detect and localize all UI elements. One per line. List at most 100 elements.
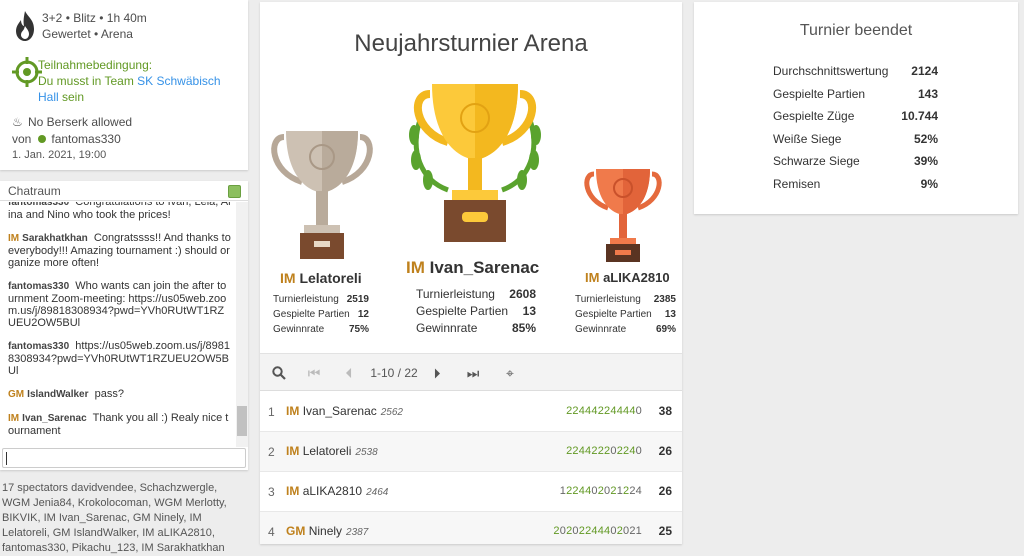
condition-suffix: sein (58, 90, 85, 104)
table-row[interactable]: 1 IM Ivan_Sarenac 2562 224442244440 38 (260, 392, 682, 432)
page-range: 1-10 / 22 (370, 366, 418, 380)
berserk-text: No Berserk allowed (28, 115, 133, 129)
previous-page-icon[interactable]: ⏴ (340, 354, 358, 392)
score-sheet-main: 22444224444 (566, 405, 636, 417)
podium-first: IM Ivan_Sarenac Turnierleistung 2608 Gesp… (406, 258, 539, 337)
podium-first-name[interactable]: Ivan_Sarenac (430, 258, 540, 277)
locate-me-icon[interactable]: ⌖ (500, 354, 520, 392)
first-page-icon[interactable]: ⏮ (304, 354, 324, 392)
chat-scrollbar[interactable] (236, 202, 248, 447)
podium-first-winrate: 85% (511, 321, 536, 335)
start-date: 1. Jan. 2021, 19:00 (12, 149, 107, 161)
perf-label: Turnierleistung (416, 287, 495, 301)
rank: 2 (268, 445, 275, 459)
stat-label: Gespielte Züge (773, 109, 855, 124)
chat-toggle-checkbox[interactable] (228, 185, 241, 198)
podium-third: IM aLIKA2810 Turnierleistung 2385 Gespiel… (575, 270, 676, 337)
stat-label: Weiße Siege (773, 131, 842, 146)
total-score: 38 (658, 404, 672, 418)
score-sheet: 1224402021224 (560, 485, 642, 497)
chat-input[interactable] (2, 448, 246, 468)
stat-row: Durchschnittswertung 2124 (773, 64, 938, 78)
winrate-label: Gewinnrate (575, 324, 627, 335)
clock-text: 3+2 • Blitz • 1h 40m (42, 11, 147, 25)
score-sheet-main: 202022444020 (553, 525, 630, 537)
stat-row: Gespielte Züge 10.744 (773, 109, 938, 123)
chat-text: pass? (94, 388, 124, 400)
podium-third-games: 13 (664, 309, 676, 320)
rank: 3 (268, 485, 275, 499)
podium-second-winrate: 75% (348, 324, 369, 335)
tournament-info-box: 3+2 • Blitz • 1h 40m Gewertet • Arena Te… (0, 0, 248, 170)
rated-text: Gewertet • Arena (42, 27, 133, 41)
score-sheet-current: 24 (629, 485, 642, 497)
score-sheet-current: 0 (635, 405, 642, 417)
stat-row: Remisen 9% (773, 177, 938, 191)
perf-label: Turnierleistung (273, 294, 339, 305)
player-title: IM (286, 484, 300, 498)
chat-username[interactable]: fantomas330 (8, 202, 69, 208)
next-page-icon[interactable]: ⏵ (428, 354, 446, 392)
winrate-label: Gewinnrate (416, 321, 478, 335)
chat-username[interactable]: IslandWalker (27, 389, 88, 400)
rank: 1 (268, 405, 275, 419)
player-name[interactable]: Ninely (309, 524, 342, 538)
chat-user-title: IM (8, 413, 20, 424)
podium-second-title: IM (280, 270, 296, 286)
chat-message: fantomas330 https://us05web.zoom.us/j/89… (8, 340, 232, 377)
online-dot-icon (38, 135, 47, 143)
score-sheet-current: 0 (635, 445, 642, 457)
standings-pager: ⏮ ⏴ 1-10 / 22 ⏵ ⏭ ⌖ (260, 353, 682, 391)
chat-username[interactable]: Ivan_Sarenac (22, 413, 87, 424)
player-name[interactable]: Ivan_Sarenac (303, 404, 377, 418)
player-rating: 2538 (355, 447, 378, 458)
chat-user-title: IM (8, 233, 20, 244)
tournament-title: Neujahrsturnier Arena (354, 30, 588, 57)
creator-link[interactable]: fantomas330 (51, 132, 120, 146)
winrate-label: Gewinnrate (273, 324, 325, 335)
games-label: Gespielte Partien (273, 309, 350, 320)
stat-row: Gespielte Partien 143 (773, 87, 938, 101)
score-sheet: 224442244440 (566, 405, 642, 417)
gold-trophy-icon (409, 84, 541, 242)
player-title: IM (286, 404, 300, 418)
last-page-icon[interactable]: ⏭ (462, 354, 484, 392)
table-row[interactable]: 4 GM Ninely 2387 20202244402021 25 (260, 512, 682, 544)
stat-label: Durchschnittswertung (773, 64, 889, 78)
chat-scrollbar-thumb[interactable] (237, 406, 247, 436)
clock-row: 3+2 • Blitz • 1h 40m Gewertet • Arena (12, 10, 238, 45)
games-label: Gespielte Partien (416, 304, 509, 318)
podium-third-name[interactable]: aLIKA2810 (603, 270, 669, 285)
stat-value: 10.744 (901, 109, 938, 124)
total-score: 26 (658, 444, 672, 458)
chat-title: Chatraum (8, 184, 61, 198)
stat-value: 2124 (911, 64, 938, 78)
chat-messages: fantomas330 Congratulations to Ivan, Lei… (0, 202, 236, 447)
score-sheet: 224422202240 (566, 445, 642, 457)
chat-message: IM Sarakhatkhan Congratssss!! And thanks… (8, 232, 232, 269)
stat-value: 52% (913, 131, 938, 146)
chat-username[interactable]: fantomas330 (8, 341, 69, 352)
stat-row: Schwarze Siege 39% (773, 154, 938, 168)
search-icon[interactable] (268, 354, 290, 392)
player-name[interactable]: aLIKA2810 (303, 484, 362, 498)
player-name[interactable]: Lelatoreli (303, 444, 352, 458)
tournament-main: Neujahrsturnier Arena IM Lelatoreli Turn… (260, 2, 682, 544)
table-row[interactable]: 2 IM Lelatoreli 2538 224422202240 26 (260, 432, 682, 472)
stat-label: Schwarze Siege (773, 154, 860, 169)
creator-row: von fantomas330 (12, 132, 238, 146)
table-row[interactable]: 3 IM aLIKA2810 2464 1224402021224 26 (260, 472, 682, 512)
player-rating: 2464 (366, 487, 389, 498)
player-title: GM (286, 524, 306, 538)
player-title: IM (286, 444, 300, 458)
silver-trophy-icon (271, 131, 373, 259)
total-score: 26 (658, 484, 672, 498)
podium-first-games: 13 (522, 304, 536, 318)
by-label: von (12, 132, 32, 146)
chat-username[interactable]: Sarakhatkhan (22, 233, 88, 244)
podium-third-perf: 2385 (653, 294, 676, 305)
podium-second-name[interactable]: Lelatoreli (299, 270, 361, 286)
stat-value: 9% (920, 177, 938, 191)
chat-username[interactable]: fantomas330 (8, 281, 69, 292)
score-sheet: 20202244402021 (553, 525, 642, 537)
